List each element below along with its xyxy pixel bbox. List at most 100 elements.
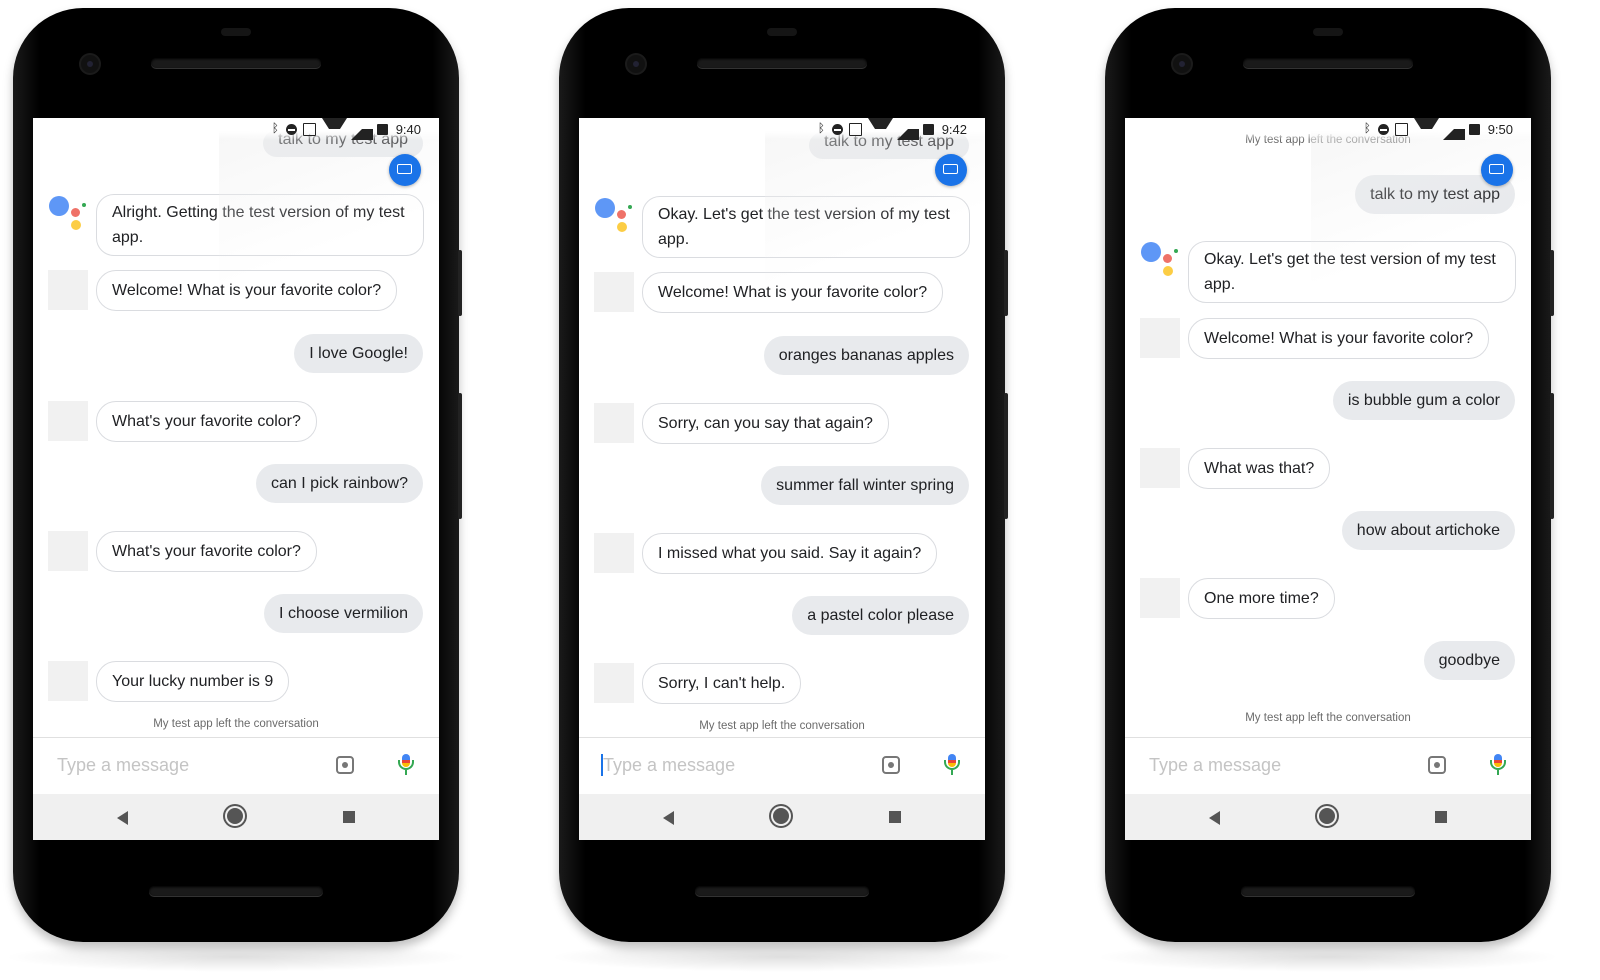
user-message: is bubble gum a color [1332,381,1515,420]
volume-button [458,393,462,519]
app-avatar [594,533,634,573]
volume-button [1004,393,1008,519]
app-avatar [48,401,88,441]
user-message: I love Google! [294,334,423,373]
bluetooth-icon [817,121,828,135]
message-input-bar: Type a message [1125,737,1531,794]
cell-signal-icon [896,118,919,140]
volume-button [1550,393,1554,519]
screen: 9:42 talk to my test app Okay. Let's get… [579,118,985,840]
wifi-icon [867,118,893,140]
conversation[interactable]: talk to my test app Okay. Let's get the … [579,118,985,738]
user-message: how about artichoke [1341,511,1515,550]
message-input[interactable]: Type a message [1149,755,1281,776]
cell-signal-icon [1442,118,1465,140]
keyboard-icon[interactable] [1481,154,1513,186]
battery-icon [1468,123,1480,135]
app-message: What's your favorite color? [96,401,317,442]
user-message: a pastel color please [792,596,969,635]
bluetooth-icon [1363,121,1374,135]
system-message: My test app left the conversation [1245,712,1411,724]
home-icon[interactable] [1319,808,1335,824]
phone-shadow [1095,942,1561,972]
status-time: 9:42 [941,121,967,137]
power-button [1550,250,1554,316]
app-message: What's your favorite color? [96,531,317,572]
phone-3: 9:50 My test app left the conversation t… [1095,8,1561,972]
wifi-icon [1413,118,1439,140]
app-message: Welcome! What is your favorite color? [96,270,398,311]
back-icon[interactable] [663,811,674,825]
cell-signal-icon [350,118,373,140]
app-avatar [594,663,634,703]
app-message: Your lucky number is 9 [96,661,290,702]
recent-apps-icon[interactable] [889,811,901,823]
app-avatar [48,661,88,701]
message-input[interactable]: Type a message [603,755,735,776]
status-time: 9:40 [395,121,421,137]
app-avatar [48,531,88,571]
message-input[interactable]: Type a message [57,755,189,776]
back-icon[interactable] [117,811,128,825]
vibrate-icon [848,122,862,136]
wifi-icon [321,118,347,140]
app-avatar [1140,318,1180,358]
assistant-logo-icon [49,196,89,236]
app-avatar [48,270,88,310]
app-message: I missed what you said. Say it again? [642,533,938,574]
earpiece-speaker [151,58,321,68]
battery-icon [376,123,388,135]
front-camera [627,55,645,73]
do-not-disturb-icon [285,123,297,135]
do-not-disturb-icon [1377,123,1389,135]
lens-icon[interactable] [1428,756,1446,774]
lens-icon[interactable] [336,756,354,774]
conversation[interactable]: talk to my test app Alright. Getting the… [33,118,439,738]
conversation[interactable]: My test app left the conversation talk t… [1125,118,1531,738]
user-message: can I pick rainbow? [256,464,423,503]
microphone-icon[interactable] [1489,754,1507,776]
home-icon[interactable] [773,808,789,824]
app-avatar [594,272,634,312]
earpiece-speaker [697,58,867,68]
keyboard-icon[interactable] [389,154,421,186]
status-bar: 9:40 [33,118,439,140]
proximity-sensor [221,28,251,36]
bottom-speaker [149,886,323,896]
do-not-disturb-icon [831,123,843,135]
user-message: goodbye [1423,641,1515,680]
status-time: 9:50 [1487,121,1513,137]
app-avatar [1140,578,1180,618]
status-bar: 9:50 [1125,118,1531,140]
message-input-bar: Type a message [33,737,439,794]
vibrate-icon [1394,122,1408,136]
microphone-icon[interactable] [943,754,961,776]
recent-apps-icon[interactable] [343,811,355,823]
keyboard-icon[interactable] [935,154,967,186]
app-avatar [1140,448,1180,488]
assistant-message: Okay. Let's get the test version of my t… [642,196,970,258]
back-icon[interactable] [1209,811,1220,825]
screen: 9:50 My test app left the conversation t… [1125,118,1531,840]
phone-2: 9:42 talk to my test app Okay. Let's get… [549,8,1015,972]
app-message: Welcome! What is your favorite color? [642,272,944,313]
user-message: I choose vermilion [264,594,423,633]
bluetooth-icon [271,121,282,135]
front-camera [81,55,99,73]
home-icon[interactable] [227,808,243,824]
app-message: One more time? [1188,578,1335,619]
bottom-speaker [1241,886,1415,896]
lens-icon[interactable] [882,756,900,774]
app-message: Sorry, can you say that again? [642,403,889,444]
recent-apps-icon[interactable] [1435,811,1447,823]
status-bar: 9:42 [579,118,985,140]
assistant-logo-icon [595,198,635,238]
assistant-message: Alright. Getting the test version of my … [96,194,424,256]
app-message: Welcome! What is your favorite color? [1188,318,1490,359]
system-message: My test app left the conversation [699,720,865,732]
microphone-icon[interactable] [397,754,415,776]
message-input-bar: Type a message [579,737,985,794]
phone-shadow [549,942,1015,972]
phone-1: 9:40 talk to my test app Alright. Gettin… [3,8,469,972]
system-message: My test app left the conversation [153,718,319,730]
